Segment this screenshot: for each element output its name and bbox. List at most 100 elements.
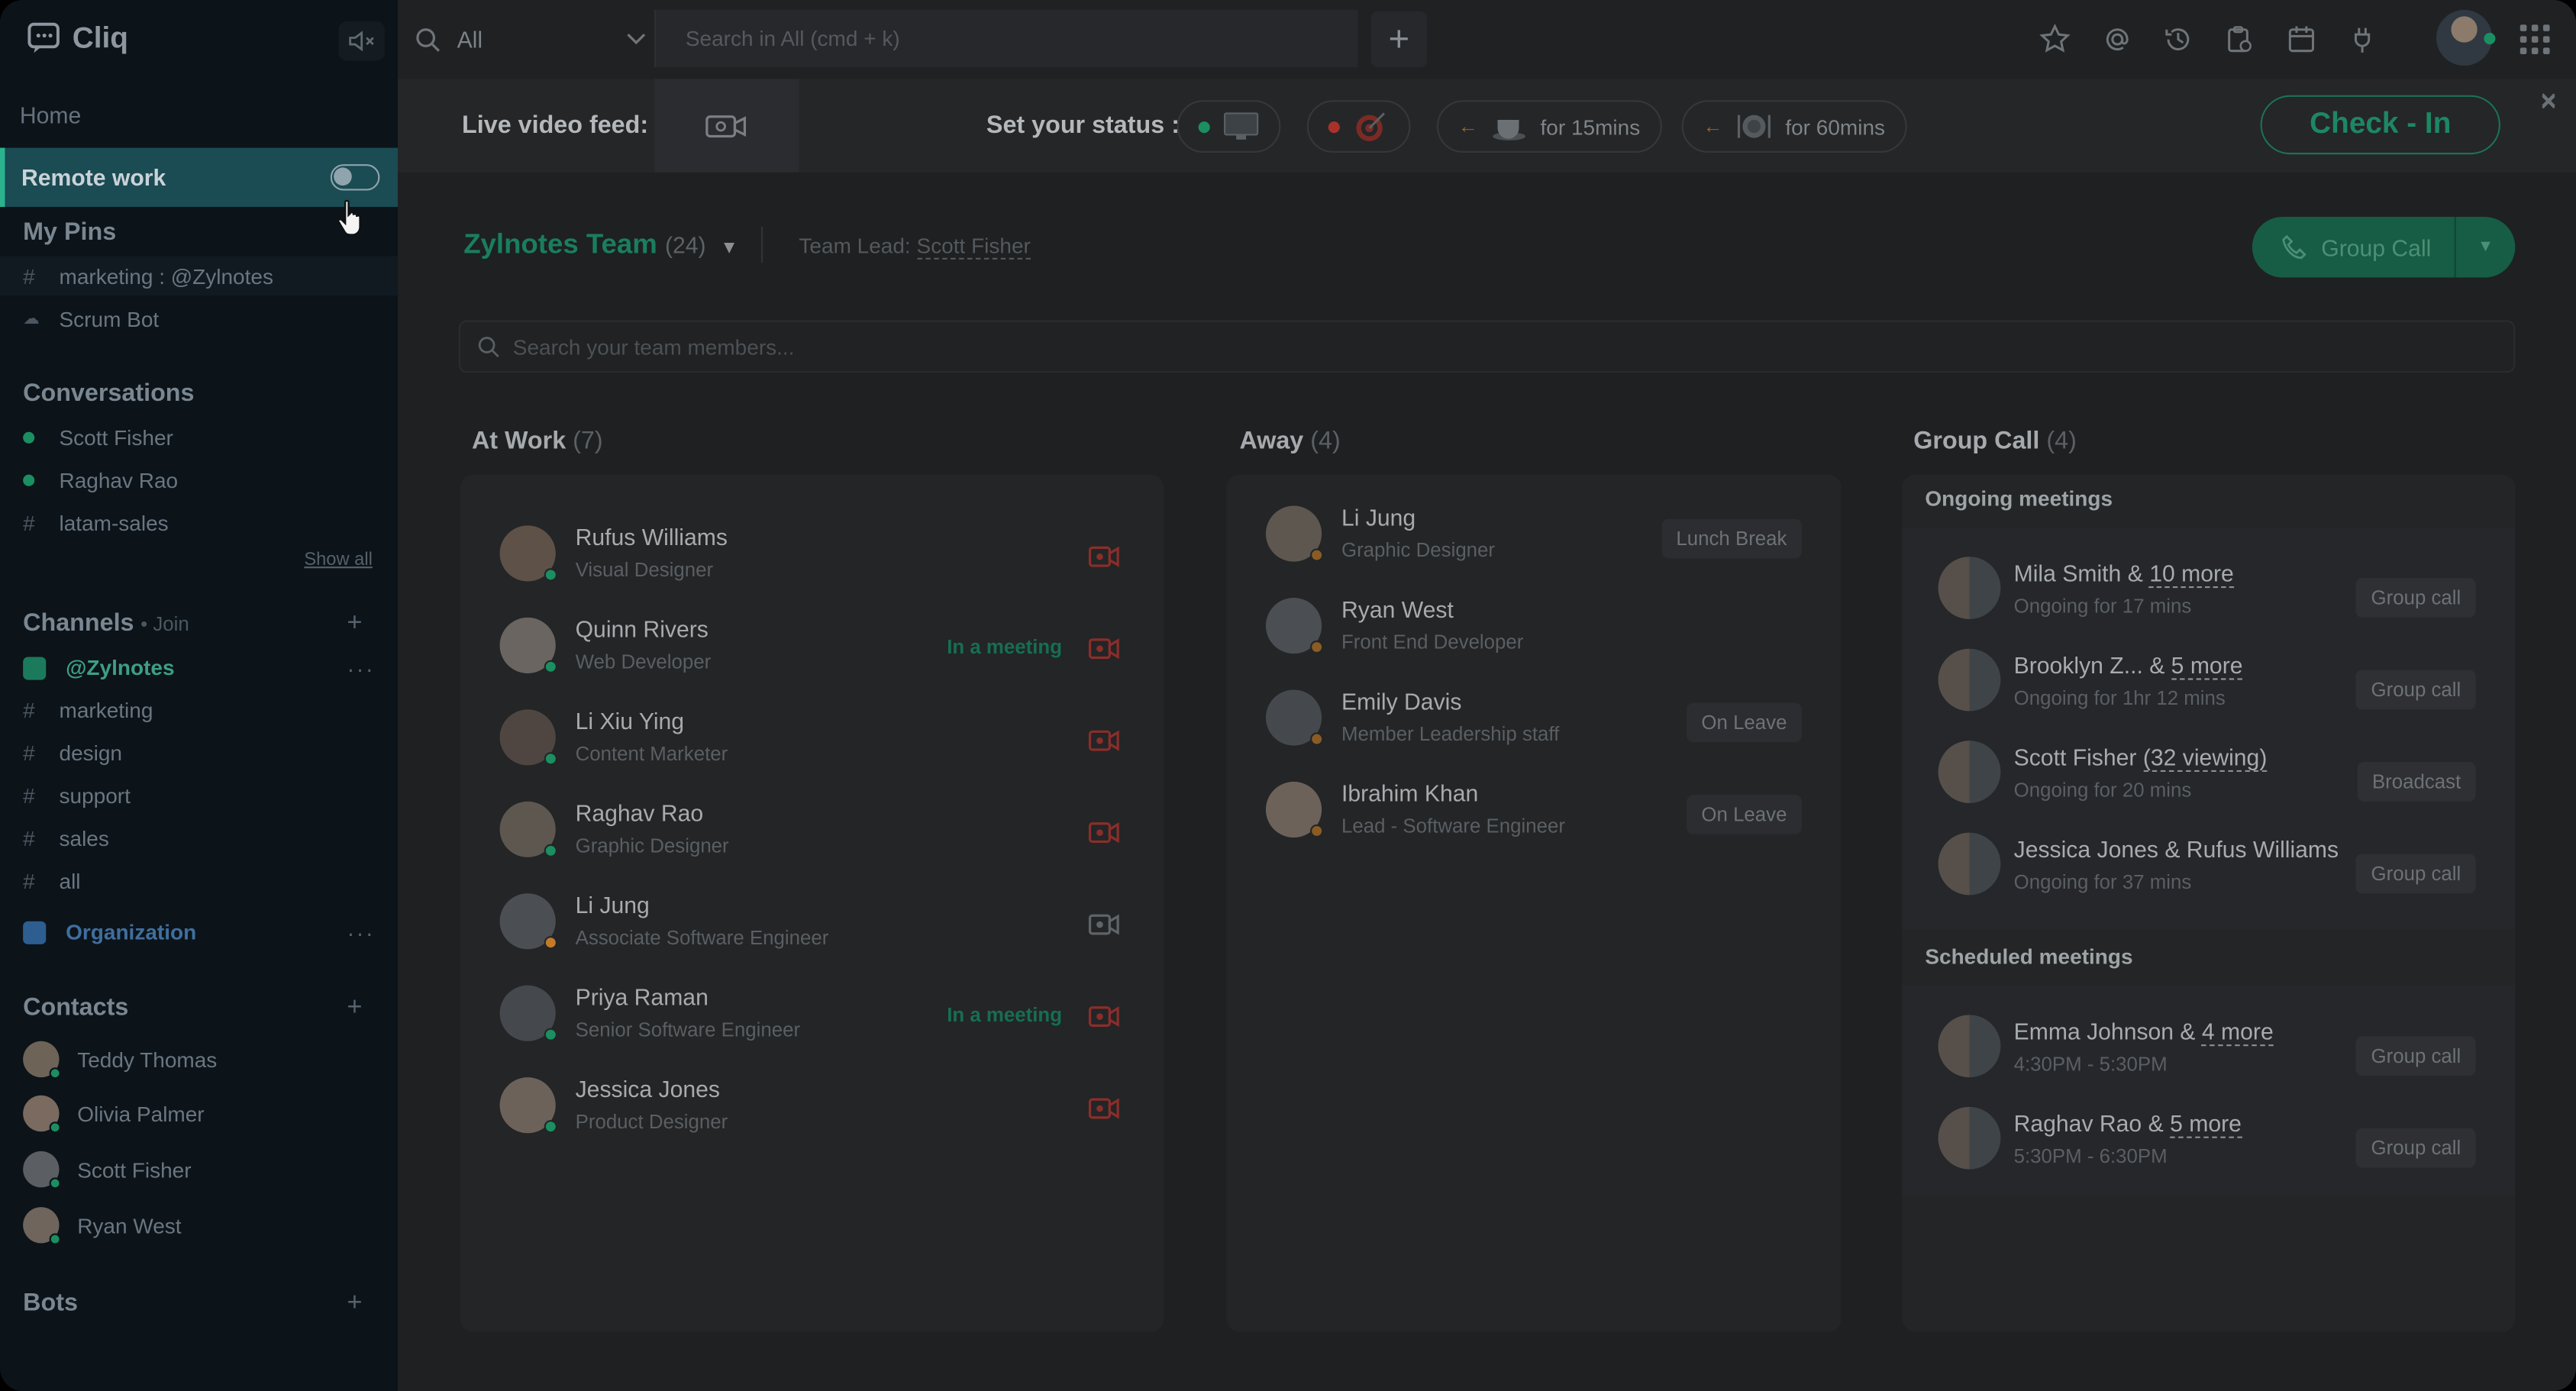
mention-icon[interactable] xyxy=(2101,23,2134,56)
contact-label: Teddy Thomas xyxy=(77,1047,218,1072)
organization-more-icon[interactable]: ··· xyxy=(347,920,375,946)
group-call-button[interactable]: Group Call ▼ xyxy=(2252,216,2516,278)
integrations-icon[interactable] xyxy=(2346,23,2379,56)
away-member[interactable]: Ryan West Front End Developer xyxy=(1265,596,1523,654)
meeting-action-button[interactable]: Group call xyxy=(2356,578,2476,618)
at-work-member[interactable]: Jessica Jones Product Designer xyxy=(499,1076,728,1133)
meeting-more-link[interactable]: 5 more xyxy=(2170,1109,2242,1138)
apps-grid-icon[interactable] xyxy=(2520,24,2550,54)
meeting-item[interactable]: Mila Smith & 10 more Ongoing for 17 mins xyxy=(1938,557,2234,619)
video-call-icon[interactable] xyxy=(1088,913,1121,936)
at-work-member[interactable]: Li Jung Associate Software Engineer xyxy=(499,892,828,949)
team-search-input[interactable]: Search your team members... xyxy=(458,320,2516,373)
meeting-subtitle: Ongoing for 1hr 12 mins xyxy=(2013,686,2226,709)
video-call-icon[interactable] xyxy=(1088,1097,1121,1120)
meeting-more-link[interactable]: (32 viewing) xyxy=(2142,743,2268,771)
status-chip-available[interactable] xyxy=(1177,100,1281,153)
channel-item-support[interactable]: # support xyxy=(23,783,131,808)
channel-item-sales[interactable]: # sales xyxy=(23,826,109,850)
history-icon[interactable] xyxy=(2161,23,2194,56)
group-call-heading: Group Call (4) xyxy=(1913,427,2077,455)
away-member[interactable]: Emily Davis Member Leadership staff xyxy=(1265,688,1559,746)
channel-item-design[interactable]: # design xyxy=(23,741,122,765)
contact-item[interactable]: Scott Fisher xyxy=(23,1151,192,1189)
meeting-action-button[interactable]: Group call xyxy=(2356,854,2476,894)
conversation-item-scott-fisher[interactable]: Scott Fisher xyxy=(23,425,173,450)
pin-item-scrum-bot[interactable]: ☁ Scrum Bot xyxy=(23,307,159,331)
meeting-action-button[interactable]: Broadcast xyxy=(2357,762,2476,802)
clipboard-icon[interactable] xyxy=(2223,23,2255,56)
presence-dot xyxy=(544,1027,557,1041)
away-member[interactable]: Li Jung Graphic Designer xyxy=(1265,504,1496,562)
member-role: Graphic Designer xyxy=(1341,538,1496,562)
at-work-member[interactable]: Priya Raman Senior Software Engineer xyxy=(499,984,800,1041)
add-bot-button[interactable]: + xyxy=(347,1289,362,1319)
ongoing-meetings-list: Mila Smith & 10 more Ongoing for 17 mins G… xyxy=(1902,527,2516,930)
member-name: Rufus Williams xyxy=(575,524,728,550)
channels-join-link[interactable]: • Join xyxy=(140,612,189,635)
meeting-more-link[interactable]: 10 more xyxy=(2149,559,2234,588)
video-call-icon[interactable] xyxy=(1088,1005,1121,1028)
team-selector[interactable]: Zylnotes Team (24) ▼ xyxy=(463,228,738,261)
add-button[interactable]: + xyxy=(1370,11,1427,68)
channel-item-marketing[interactable]: # marketing xyxy=(23,698,153,722)
speaker-mute-icon xyxy=(349,31,374,52)
pin-item-marketing[interactable]: # marketing : @Zylnotes xyxy=(23,264,273,289)
star-icon[interactable] xyxy=(2039,23,2071,56)
add-contact-button[interactable]: + xyxy=(347,993,362,1023)
at-work-member[interactable]: Raghav Rao Graphic Designer xyxy=(499,799,729,857)
user-avatar[interactable] xyxy=(2436,9,2496,66)
meeting-more-link[interactable]: 4 more xyxy=(2201,1017,2274,1046)
conversation-item-latam-sales[interactable]: # latam-sales xyxy=(23,511,168,535)
app-logo[interactable]: Cliq xyxy=(26,20,128,56)
video-call-icon[interactable] xyxy=(1088,545,1121,568)
remote-work-toggle[interactable] xyxy=(330,164,380,191)
sidebar-home[interactable]: Home xyxy=(20,102,81,127)
monitor-icon xyxy=(1224,112,1259,140)
avatar xyxy=(1265,505,1324,561)
channel-item-organization[interactable]: Organization xyxy=(23,920,196,944)
meeting-action-button[interactable]: Group call xyxy=(2356,670,2476,710)
calendar-icon[interactable] xyxy=(2285,23,2318,56)
meeting-item[interactable]: Scott Fisher (32 viewing) Ongoing for 20 … xyxy=(1938,741,2268,803)
conversation-item-raghav-rao[interactable]: Raghav Rao xyxy=(23,468,178,492)
contact-item[interactable]: Olivia Palmer xyxy=(23,1095,205,1134)
channel-item-zylnotes[interactable]: @Zylnotes xyxy=(23,655,175,680)
check-in-button[interactable]: Check - In xyxy=(2260,95,2500,155)
status-chip-coffee-break[interactable]: ← for 15mins xyxy=(1436,100,1662,153)
channel-label: all xyxy=(59,868,81,894)
add-channel-button[interactable]: + xyxy=(347,609,362,639)
at-work-member[interactable]: Quinn Rivers Web Developer xyxy=(499,616,711,673)
away-member[interactable]: Ibrahim Khan Lead - Software Engineer xyxy=(1265,780,1565,838)
channel-item-all[interactable]: # all xyxy=(23,869,80,893)
group-call-main[interactable]: Group Call xyxy=(2252,216,2456,278)
at-work-member[interactable]: Li Xiu Ying Content Marketer xyxy=(499,708,728,765)
status-chip-busy[interactable] xyxy=(1306,100,1411,153)
video-call-icon[interactable] xyxy=(1088,637,1121,660)
show-all-link[interactable]: Show all xyxy=(304,550,373,570)
video-call-icon[interactable] xyxy=(1088,729,1121,752)
global-search-input[interactable]: Search in All (cmd + k) xyxy=(654,9,1358,68)
live-video-toggle[interactable] xyxy=(654,79,799,173)
video-call-icon[interactable] xyxy=(1088,821,1121,844)
at-work-member[interactable]: Rufus Williams Visual Designer xyxy=(499,524,728,581)
status-chip-lunch[interactable]: ← for 60mins xyxy=(1681,100,1907,153)
contact-item[interactable]: Ryan West xyxy=(23,1207,182,1245)
ongoing-meetings-heading: Ongoing meetings xyxy=(1925,486,2113,511)
meeting-action-button[interactable]: Group call xyxy=(2356,1128,2476,1168)
meeting-item[interactable]: Brooklyn Z... & 5 more Ongoing for 1hr 12… xyxy=(1938,648,2243,712)
member-name: Raghav Rao xyxy=(575,799,704,827)
close-panel-icon[interactable]: × xyxy=(2540,86,2558,120)
mute-button[interactable] xyxy=(338,21,385,61)
contact-item[interactable]: Teddy Thomas xyxy=(23,1041,218,1080)
meeting-action-button[interactable]: Group call xyxy=(2356,1036,2476,1076)
meeting-more-link[interactable]: 5 more xyxy=(2171,650,2243,679)
meeting-item[interactable]: Emma Johnson & 4 more 4:30PM - 5:30PM xyxy=(1938,1015,2274,1078)
online-dot-icon xyxy=(23,431,35,444)
search-scope-dropdown[interactable]: All xyxy=(415,13,654,66)
meeting-item[interactable]: Jessica Jones & Rufus Williams Ongoing fo… xyxy=(1938,832,2339,896)
group-call-dropdown[interactable]: ▼ xyxy=(2456,238,2516,257)
team-lead-name[interactable]: Scott Fisher xyxy=(916,233,1031,260)
meeting-item[interactable]: Raghav Rao & 5 more 5:30PM - 6:30PM xyxy=(1938,1106,2242,1170)
channel-more-icon[interactable]: ··· xyxy=(347,655,375,681)
